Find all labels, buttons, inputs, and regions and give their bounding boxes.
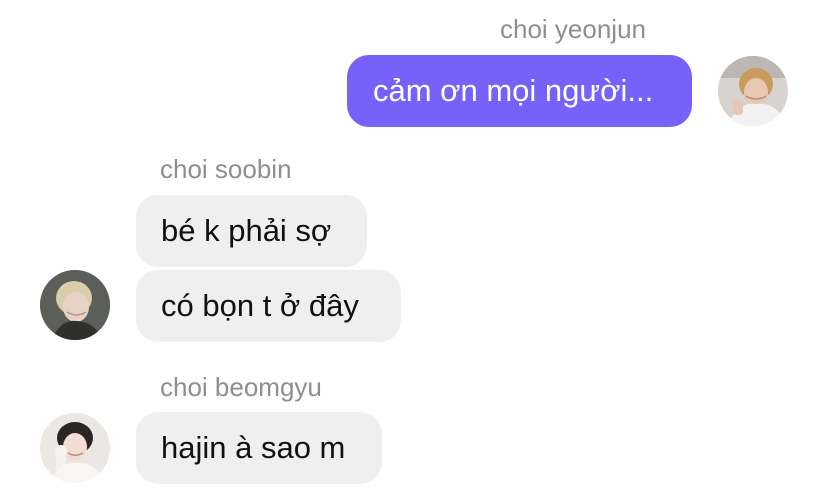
sender-name-yeonjun: choi yeonjun <box>500 14 646 44</box>
sender-name-soobin: choi soobin <box>160 154 292 184</box>
sender-name-beomgyu: choi beomgyu <box>160 372 322 402</box>
avatar-yeonjun[interactable] <box>718 56 788 126</box>
message-bubble-incoming[interactable]: có bọn t ở đây <box>136 270 401 342</box>
avatar-beomgyu[interactable] <box>40 413 110 483</box>
profile-photo-icon <box>718 56 788 126</box>
message-bubble-incoming[interactable]: hajin à sao m <box>136 412 382 484</box>
message-bubble-incoming[interactable]: bé k phải sợ <box>136 195 367 267</box>
profile-photo-icon <box>40 270 110 340</box>
profile-photo-icon <box>40 413 110 483</box>
avatar-soobin[interactable] <box>40 270 110 340</box>
message-bubble-outgoing[interactable]: cảm ơn mọi người... <box>347 55 692 127</box>
